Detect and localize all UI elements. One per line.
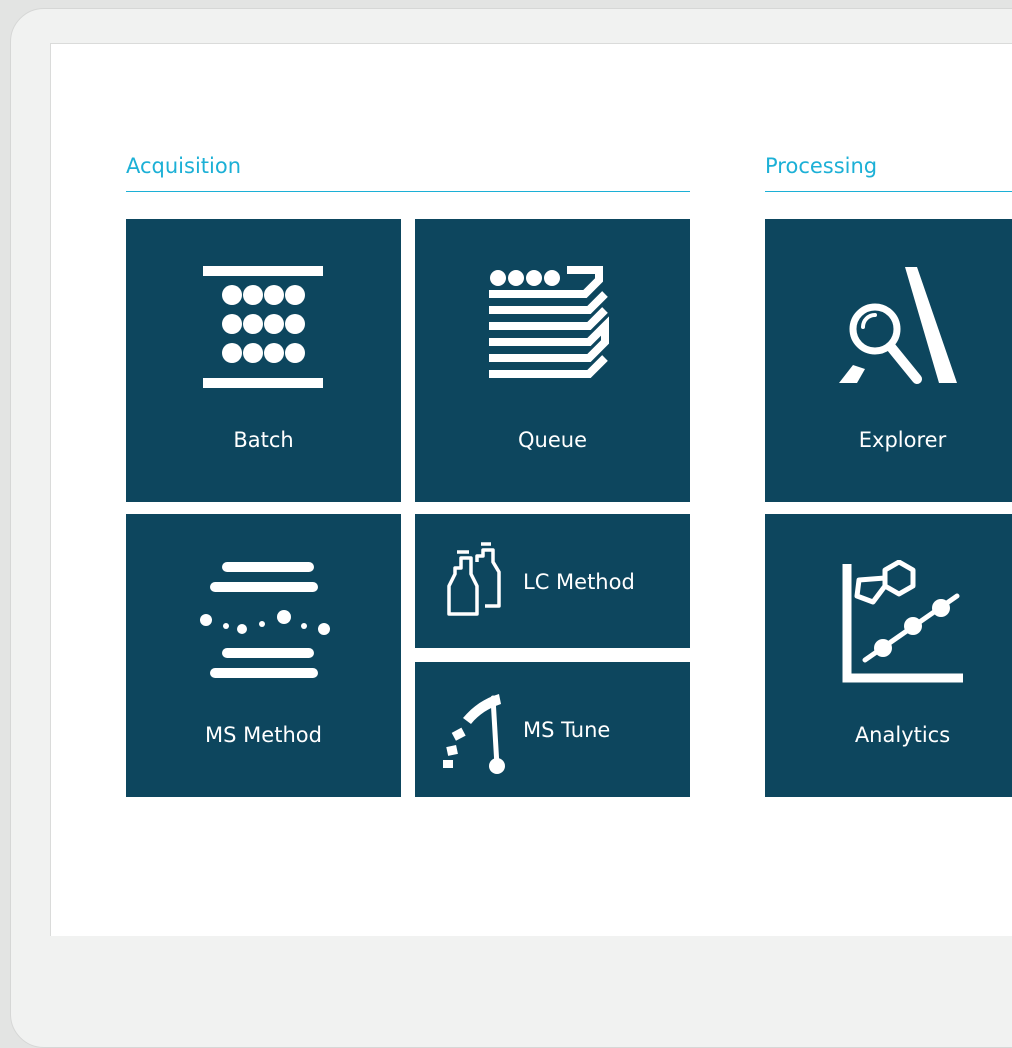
batch-tile-label: Batch [233,428,294,452]
ms-method-tile-label: MS Method [205,723,322,747]
lc-method-tile-label: LC Method [523,570,635,594]
acquisition-divider [126,191,690,192]
queue-tile[interactable]: Queue [415,219,690,502]
app-screen: Acquisition Processing Batch Queue MS Me… [50,43,1012,936]
analytics-chart-icon [842,560,963,683]
analytics-tile-label: Analytics [854,723,951,747]
ms-method-tile[interactable]: MS Method [126,514,401,797]
explorer-tile[interactable]: Explorer [765,219,1012,502]
batch-tile[interactable]: Batch [126,219,401,502]
queue-tile-label: Queue [518,428,587,452]
ms-tune-tile-label: MS Tune [523,718,611,742]
analytics-tile[interactable]: Analytics [765,514,1012,797]
tune-gauge-icon [443,694,505,774]
queue-stack-icon [489,266,609,378]
lc-method-tile[interactable]: LC Method [415,514,690,648]
processing-section-title: Processing [765,154,878,178]
processing-divider [765,191,1012,192]
explorer-tile-label: Explorer [858,428,947,452]
solvent-bottles-icon [447,542,501,616]
ms-method-icon [200,562,330,678]
ms-tune-tile[interactable]: MS Tune [415,662,690,797]
batch-plate-icon [203,266,323,388]
acquisition-section-title: Acquisition [126,154,242,178]
explorer-magnifier-icon [839,267,957,384]
